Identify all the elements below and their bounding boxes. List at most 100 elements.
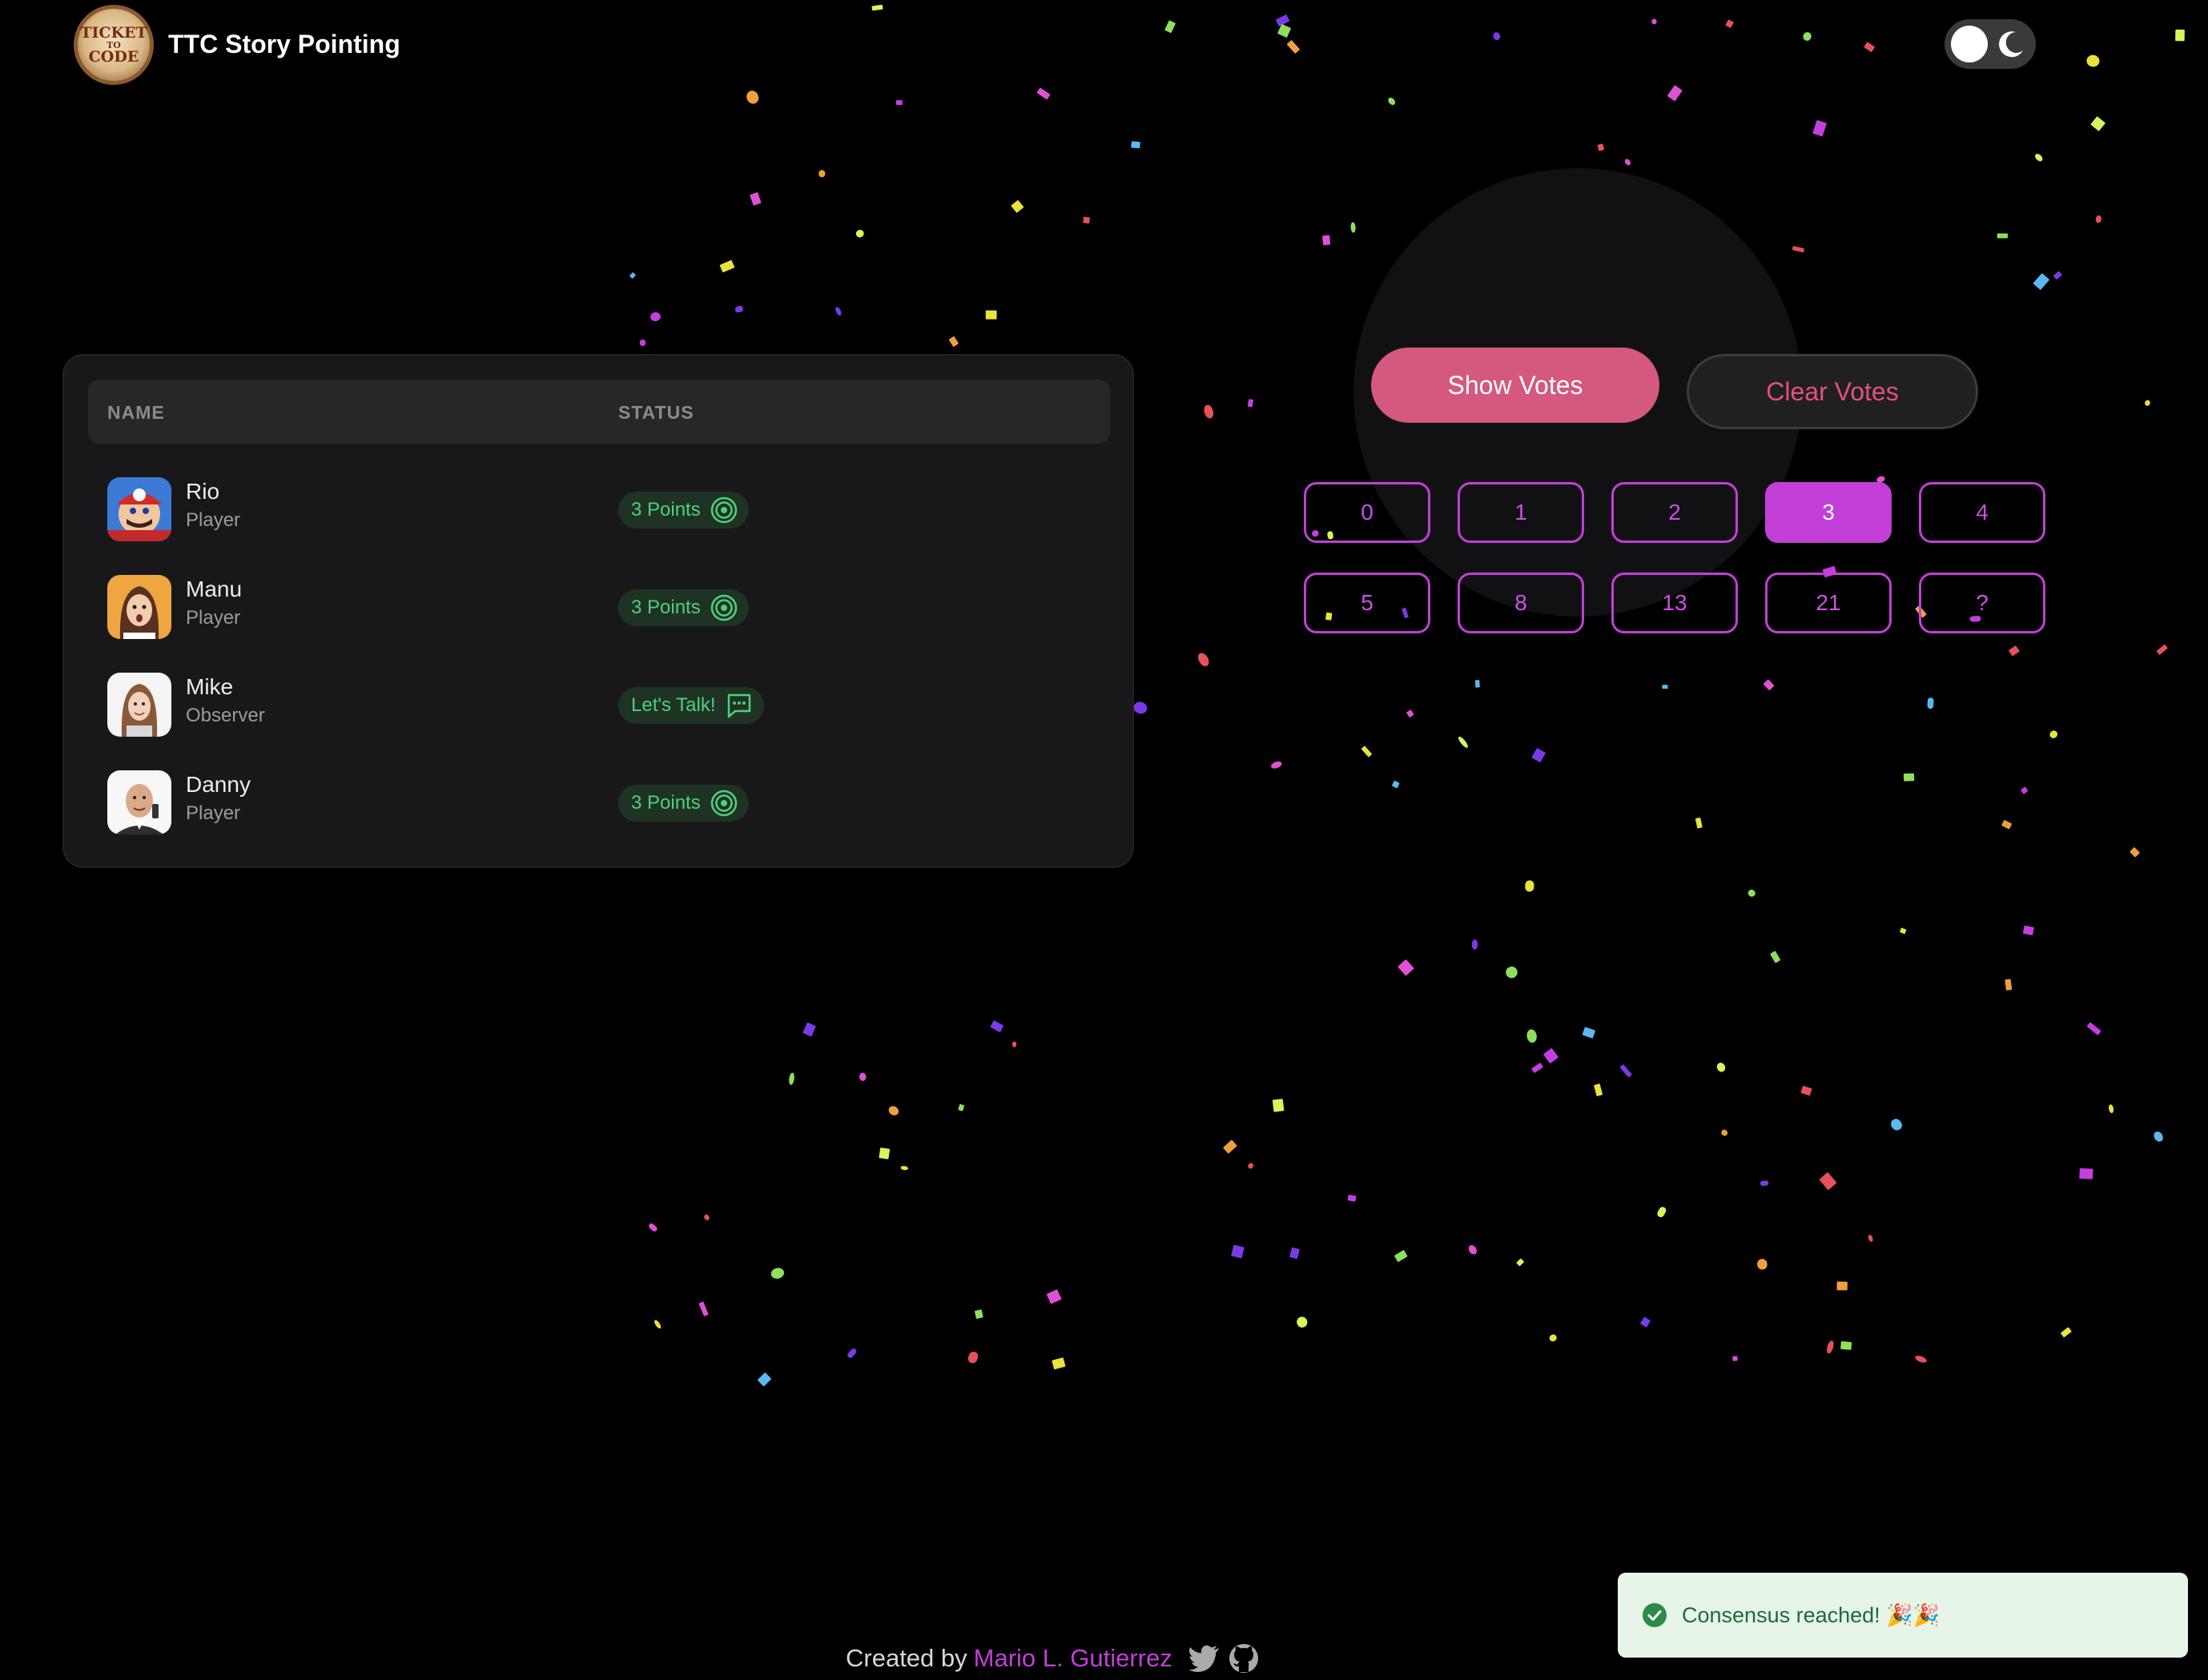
vote-option-5[interactable]: 5	[1304, 573, 1430, 633]
app-title: TTC Story Pointing	[168, 30, 400, 58]
confetti-piece	[1582, 1027, 1595, 1039]
confetti-piece	[1763, 679, 1775, 690]
confetti-piece	[1891, 1119, 1902, 1131]
confetti-piece	[1770, 951, 1781, 963]
confetti-piece	[2145, 400, 2150, 406]
vote-option-1[interactable]: 1	[1458, 482, 1584, 543]
confetti-piece	[1549, 1334, 1557, 1342]
confetti-piece	[958, 1103, 965, 1111]
confetti-piece	[2095, 215, 2101, 223]
participant-name: Manu	[186, 577, 243, 601]
confetti-piece	[1289, 1247, 1300, 1260]
target-icon	[710, 496, 737, 524]
vote-option-unknown[interactable]: ?	[1919, 573, 2045, 633]
participant-role: Player	[186, 607, 241, 629]
confetti-piece	[746, 90, 759, 104]
confetti-piece	[1131, 141, 1140, 149]
confetti-piece	[1819, 1172, 1837, 1190]
status-text: 3 Points	[631, 499, 701, 520]
confetti-piece	[1271, 761, 1282, 769]
confetti-piece	[1531, 748, 1546, 762]
confetti-piece	[2156, 644, 2168, 655]
confetti-piece	[871, 4, 883, 11]
confetti-piece	[1760, 1180, 1769, 1187]
confetti-piece	[1915, 1355, 1927, 1363]
confetti-piece	[895, 99, 903, 106]
column-header-name: NAME	[107, 402, 165, 423]
app-logo: TICKET TO CODE	[74, 5, 154, 85]
confetti-piece	[719, 259, 735, 273]
confetti-piece	[1506, 967, 1518, 979]
confetti-piece	[2049, 730, 2058, 738]
confetti-piece	[1662, 685, 1668, 689]
vote-option-13[interactable]: 13	[1611, 573, 1738, 633]
confetti-piece	[1900, 927, 1907, 934]
author-link[interactable]: Mario L. Gutierrez	[974, 1644, 1172, 1673]
confetti-piece	[1276, 14, 1290, 26]
vote-option-3[interactable]: 3	[1765, 482, 1892, 543]
confetti-piece	[1361, 746, 1372, 758]
confetti-piece	[2021, 786, 2029, 794]
confetti-piece	[1322, 235, 1331, 246]
participant-name: Rio	[186, 479, 220, 504]
confetti-piece	[723, 262, 732, 270]
confetti-piece	[1667, 85, 1683, 102]
toast-notification: Consensus reached! 🎉🎉	[1618, 1573, 2188, 1658]
confetti-piece	[1388, 97, 1396, 106]
vote-option-0[interactable]: 0	[1304, 482, 1430, 543]
table-header: NAME STATUS	[88, 380, 1110, 444]
confetti-piece	[2086, 1022, 2101, 1035]
twitter-icon[interactable]	[1188, 1645, 1221, 1672]
vote-option-21[interactable]: 21	[1765, 573, 1892, 633]
confetti-piece	[1392, 780, 1400, 789]
toggle-knob	[1951, 26, 1988, 62]
confetti-piece	[1803, 32, 1812, 41]
confetti-piece	[1248, 1163, 1253, 1169]
confetti-piece	[1286, 40, 1300, 54]
confetti-piece	[1903, 773, 1915, 782]
confetti-piece	[1619, 1064, 1632, 1078]
vote-option-2[interactable]: 2	[1611, 482, 1738, 543]
confetti-piece	[2109, 1104, 2114, 1114]
confetti-piece	[879, 1147, 891, 1160]
github-icon[interactable]	[1229, 1643, 1259, 1674]
confetti-piece	[1927, 697, 1934, 709]
confetti-piece	[1247, 399, 1254, 408]
confetti-piece	[1394, 1250, 1408, 1262]
confetti-piece	[704, 1214, 710, 1220]
confetti-piece	[1624, 159, 1631, 166]
confetti-piece	[1657, 1207, 1667, 1217]
confetti-piece	[1231, 1244, 1245, 1259]
confetti-piece	[1716, 1063, 1726, 1072]
confetti-piece	[1757, 1259, 1768, 1270]
confetti-piece	[1204, 404, 1214, 419]
confetti-piece	[1864, 42, 1875, 52]
confetti-piece	[2053, 271, 2062, 279]
confetti-piece	[1597, 143, 1605, 151]
confetti-piece	[802, 1022, 816, 1037]
status-badge: 3 Points	[618, 492, 749, 529]
confetti-piece	[1836, 1281, 1848, 1291]
footer-prefix: Created by	[846, 1644, 967, 1672]
confetti-piece	[2175, 29, 2185, 42]
show-votes-button[interactable]: Show Votes	[1371, 348, 1659, 423]
confetti-piece	[2009, 645, 2020, 657]
confetti-piece	[1725, 19, 1734, 28]
table-row: Manu Player 3 Points	[64, 556, 1132, 644]
confetti-piece	[2033, 273, 2049, 290]
confetti-piece	[2061, 1327, 2072, 1337]
clear-votes-button[interactable]: Clear Votes	[1687, 354, 1978, 429]
confetti-piece	[1868, 1234, 1873, 1242]
moon-icon	[1999, 31, 2023, 58]
table-row: Mike Observer Let's Talk!	[64, 653, 1132, 742]
theme-toggle[interactable]	[1945, 19, 2036, 69]
confetti-piece	[789, 1072, 794, 1085]
vote-option-4[interactable]: 4	[1919, 482, 2045, 543]
status-text: 3 Points	[631, 792, 701, 814]
confetti-piece	[1594, 1083, 1603, 1096]
confetti-piece	[1721, 1129, 1728, 1136]
confetti-piece	[2086, 54, 2100, 67]
vote-option-8[interactable]: 8	[1458, 573, 1584, 633]
status-text: 3 Points	[631, 597, 701, 618]
confetti-piece	[1223, 1139, 1237, 1154]
